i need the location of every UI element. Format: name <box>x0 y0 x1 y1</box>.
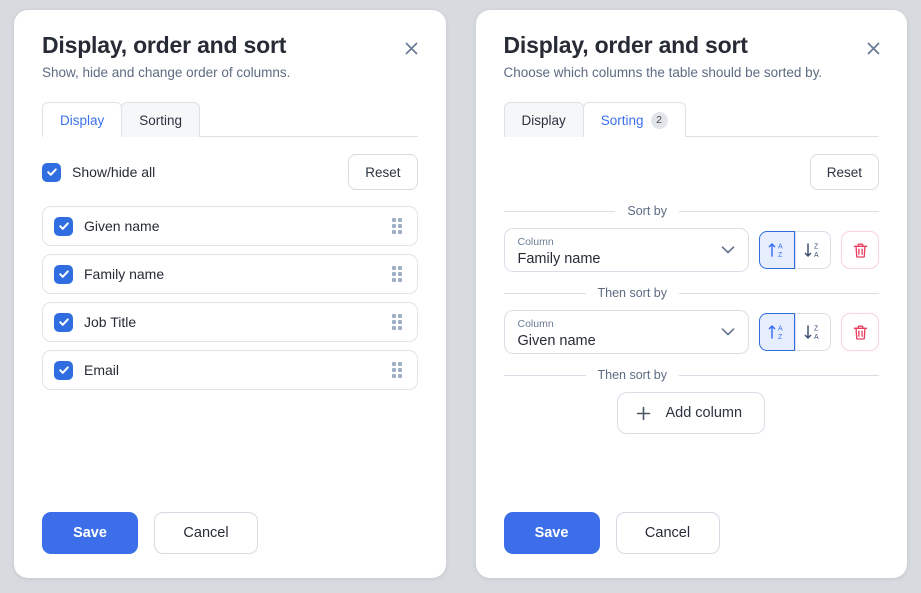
cancel-button[interactable]: Cancel <box>615 512 720 554</box>
sort-rule-row: Column Family name A Z Z A <box>503 228 879 273</box>
panel-subtitle: Show, hide and change order of columns. <box>42 65 291 81</box>
column-label: Job Title <box>84 314 137 331</box>
show-hide-all-label: Show/hide all <box>72 164 156 181</box>
drag-handle-icon[interactable] <box>391 362 404 379</box>
list-item[interactable]: Job Title <box>42 302 418 343</box>
sort-direction-group: A Z Z A <box>759 231 831 270</box>
sorting-panel: Display, order and sort Choose which col… <box>475 10 907 578</box>
trash-icon[interactable] <box>841 313 879 352</box>
column-label: Family name <box>84 266 165 283</box>
close-icon[interactable] <box>861 36 885 60</box>
column-select-value: Family name <box>517 250 601 267</box>
tab-display-label: Display <box>521 112 566 128</box>
plus-icon <box>635 405 652 422</box>
column-select-label: Column <box>517 236 554 249</box>
tab-sorting-label: Sorting <box>139 112 183 128</box>
column-select-label: Column <box>517 318 554 331</box>
trash-icon[interactable] <box>841 231 879 270</box>
cancel-button[interactable]: Cancel <box>154 512 258 554</box>
checkbox-column[interactable] <box>54 312 73 332</box>
panel-tabs: Display Sorting 2 <box>503 101 879 138</box>
toolbar-row: Reset <box>504 154 879 191</box>
tab-sorting-label: Sorting <box>600 112 644 128</box>
svg-text:Z: Z <box>778 252 783 259</box>
checkbox-column[interactable] <box>54 216 73 236</box>
status-badge: 2 <box>650 111 668 129</box>
page-title: Display, order and sort <box>42 32 287 58</box>
sort-ascending-icon[interactable]: A Z <box>759 231 795 270</box>
checkbox-column[interactable] <box>54 264 73 284</box>
list-item[interactable]: Family name <box>42 254 418 295</box>
show-hide-all-row[interactable]: Show/hide all <box>42 154 155 190</box>
tab-sorting[interactable]: Sorting <box>121 102 201 138</box>
panel-footer: Save Cancel <box>503 512 880 554</box>
checkbox-column[interactable] <box>54 360 73 380</box>
column-label: Email <box>84 362 120 379</box>
add-column-row: Add column <box>504 392 880 435</box>
sort-ascending-icon[interactable]: A Z <box>759 313 795 352</box>
svg-text:Z: Z <box>814 244 819 251</box>
sort-direction-group: A Z Z A <box>759 313 831 352</box>
save-button[interactable]: Save <box>42 512 138 554</box>
chevron-down-icon <box>721 328 735 337</box>
chevron-down-icon <box>721 246 735 255</box>
column-label: Given name <box>84 218 160 235</box>
add-column-label: Add column <box>665 405 743 422</box>
checkbox-show-hide-all[interactable] <box>42 162 61 182</box>
tab-sorting[interactable]: Sorting 2 <box>582 102 686 138</box>
sort-legend: Then sort by <box>504 286 880 300</box>
column-select-value: Given name <box>517 332 596 349</box>
svg-text:A: A <box>814 252 819 259</box>
tab-display-label: Display <box>60 112 105 128</box>
svg-text:A: A <box>778 326 783 333</box>
sort-legend: Then sort by <box>504 368 880 382</box>
sort-legend-label: Then sort by <box>597 286 667 301</box>
drag-handle-icon[interactable] <box>391 314 404 331</box>
svg-text:Z: Z <box>778 334 783 341</box>
page-title: Display, order and sort <box>503 32 748 58</box>
svg-text:A: A <box>814 334 819 341</box>
sort-rules-area: Sort by Column Family name A Z Z A Then … <box>503 204 880 435</box>
add-column-button[interactable]: Add column <box>617 392 766 435</box>
dialog-stage: Display, order and sort Show, hide and c… <box>0 0 921 593</box>
sort-legend-label: Sort by <box>627 204 667 219</box>
save-button[interactable]: Save <box>503 512 600 554</box>
svg-text:Z: Z <box>814 326 819 333</box>
toolbar-row: Show/hide all Reset <box>42 154 418 191</box>
close-icon[interactable] <box>400 36 424 60</box>
column-select[interactable]: Column Given name <box>503 310 749 355</box>
list-item[interactable]: Given name <box>42 206 418 247</box>
sort-descending-icon[interactable]: Z A <box>795 231 831 270</box>
sort-legend: Sort by <box>504 204 880 218</box>
display-panel: Display, order and sort Show, hide and c… <box>14 10 446 578</box>
tab-display[interactable]: Display <box>42 102 123 138</box>
panel-footer: Save Cancel <box>42 512 418 554</box>
sort-rule-row: Column Given name A Z Z A <box>503 310 879 355</box>
list-item[interactable]: Email <box>42 350 418 391</box>
drag-handle-icon[interactable] <box>391 218 404 235</box>
tab-display[interactable]: Display <box>503 102 584 138</box>
panel-subtitle: Choose which columns the table should be… <box>503 65 823 81</box>
panel-tabs: Display Sorting <box>42 101 418 138</box>
column-select[interactable]: Column Family name <box>503 228 749 273</box>
reset-button[interactable]: Reset <box>809 154 879 191</box>
sort-legend-label: Then sort by <box>597 368 667 383</box>
column-list: Given name Family name Job Title Email <box>42 206 418 391</box>
reset-button[interactable]: Reset <box>348 154 418 191</box>
drag-handle-icon[interactable] <box>391 266 404 283</box>
sort-descending-icon[interactable]: Z A <box>795 313 831 352</box>
svg-text:A: A <box>778 244 783 251</box>
